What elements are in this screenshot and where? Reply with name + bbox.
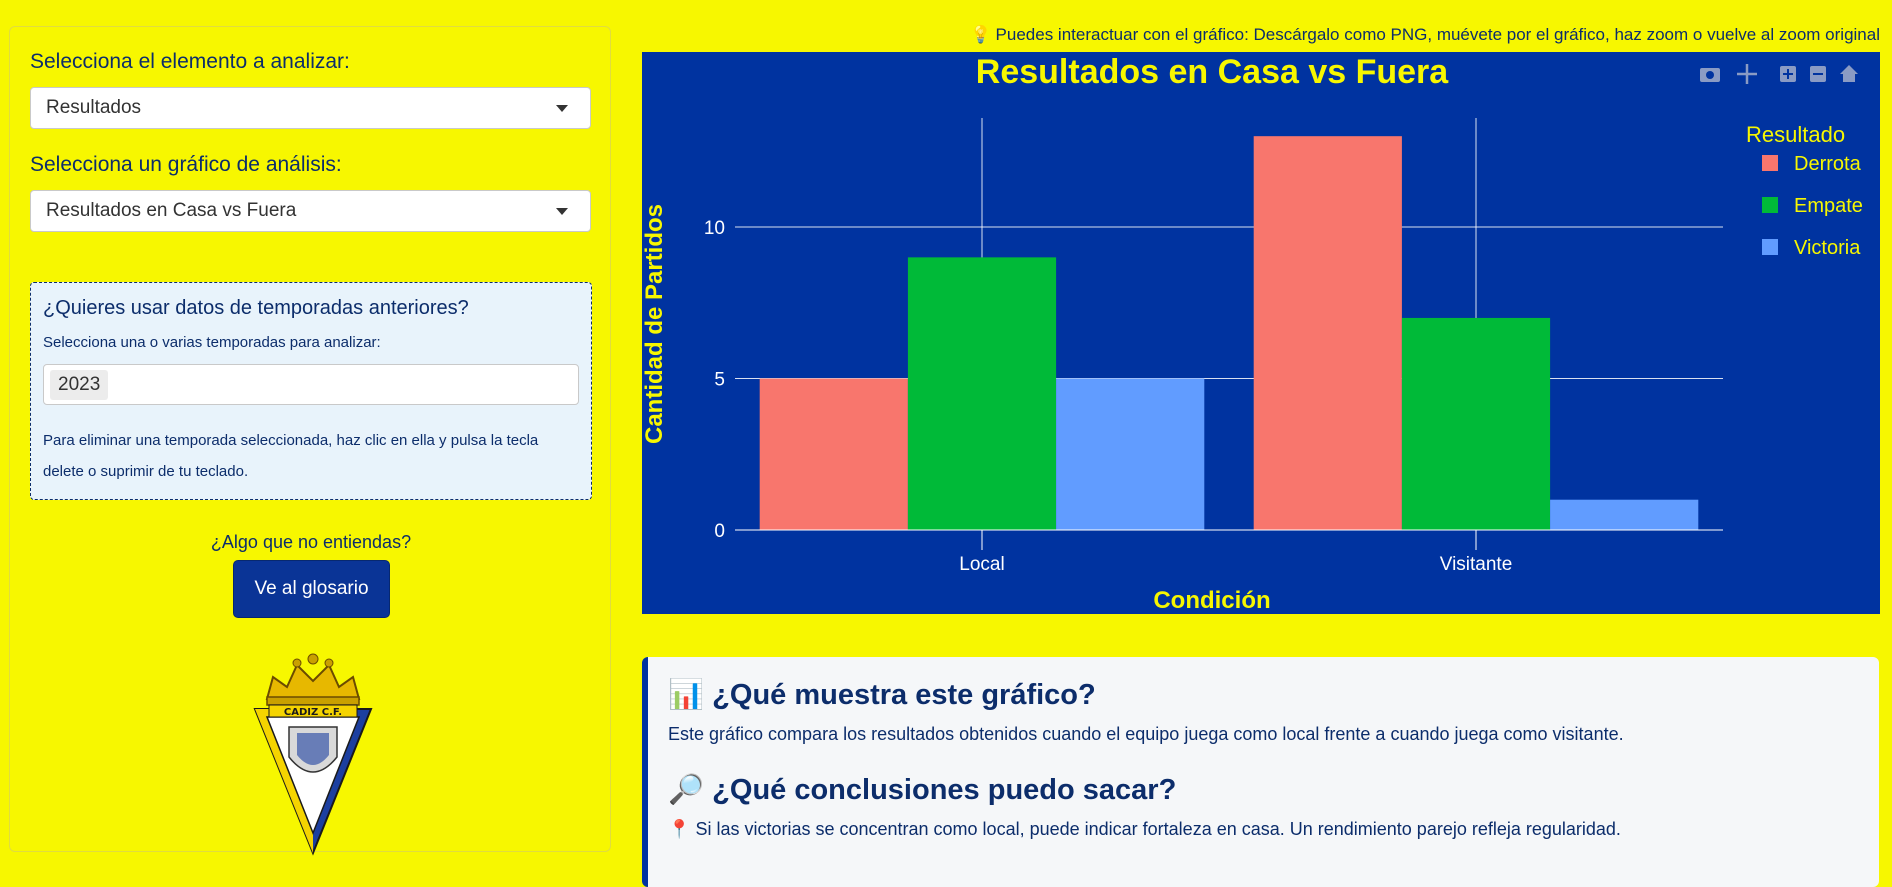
seasons-title: ¿Quieres usar datos de temporadas anteri… <box>43 297 469 319</box>
legend-swatch-derrota[interactable] <box>1762 155 1778 171</box>
bar-empate-visitante[interactable] <box>1401 317 1551 530</box>
bar-chart-icon: 📊 <box>668 677 705 711</box>
y-tick-label: 10 <box>704 218 725 239</box>
x-axis-title: Condición <box>1153 587 1270 614</box>
bar-victoria-visitante[interactable] <box>1550 499 1699 530</box>
legend-title: Resultado <box>1746 122 1845 147</box>
interaction-hint: 💡 Puedes interactuar con el gráfico: Desc… <box>970 25 1880 45</box>
info-heading-conclusions-text: ¿Qué conclusiones puedo sacar? <box>712 774 1177 806</box>
legend-item-empate[interactable]: Empate <box>1794 195 1863 217</box>
legend-item-victoria[interactable]: Victoria <box>1794 237 1861 259</box>
element-select-value: Resultados <box>46 97 142 118</box>
camera-icon <box>1706 71 1714 79</box>
legend-swatch-empate[interactable] <box>1762 197 1778 213</box>
info-card: 📊 ¿Qué muestra este gráfico? Este gráfic… <box>642 657 1879 887</box>
chevron-down-icon <box>556 105 568 112</box>
results-chart-svg[interactable]: Local Visitante 0 5 10 Resultados en Casa vs … <box>642 52 1880 614</box>
legend-item-derrota[interactable]: Derrota <box>1794 153 1862 175</box>
legend-swatch-victoria[interactable] <box>1762 239 1778 255</box>
seasons-panel: ¿Quieres usar datos de temporadas anteri… <box>30 282 592 500</box>
lightbulb-icon: 💡 <box>970 25 992 45</box>
pan-icon[interactable] <box>1737 64 1757 84</box>
y-axis-title: Cantidad de Partidos <box>642 204 668 444</box>
interaction-hint-text: Puedes interactuar con el gráfico: Descá… <box>995 25 1880 44</box>
x-tick-label: Visitante <box>1440 554 1513 575</box>
info-heading-what-text: ¿Qué muestra este gráfico? <box>712 679 1096 711</box>
chart-title: Resultados en Casa vs Fuera <box>976 53 1450 91</box>
chart-select-value: Resultados en Casa vs Fuera <box>46 200 297 221</box>
season-chip[interactable]: 2023 <box>50 370 109 400</box>
chevron-down-icon <box>556 208 568 215</box>
y-tick-label: 5 <box>714 370 725 391</box>
crest-text: CADIZ C.F. <box>284 707 342 718</box>
bar-empate-local[interactable] <box>907 257 1057 530</box>
chart-select[interactable]: Resultados en Casa vs Fuera <box>30 190 591 232</box>
club-crest-logo: CADIZ C.F. <box>253 653 373 856</box>
info-paragraph-conclusions: 📍 Si las victorias se concentran como lo… <box>668 819 1621 840</box>
info-paragraph-conclusions-text: Si las victorias se concentran como loca… <box>695 819 1621 839</box>
bar-victoria-local[interactable] <box>1056 378 1205 530</box>
pin-icon: 📍 <box>668 819 691 840</box>
seasons-subtitle: Selecciona una o varias temporadas para … <box>43 334 381 351</box>
seasons-multiselect[interactable]: 2023 <box>43 364 579 405</box>
chart-select-label: Selecciona un gráfico de análisis: <box>30 153 342 176</box>
glossary-button[interactable]: Ve al glosario <box>233 560 390 618</box>
home-icon[interactable] <box>1840 65 1858 82</box>
magnifier-icon: 🔎 <box>668 772 705 806</box>
bar-derrota-visitante[interactable] <box>1253 136 1402 531</box>
element-select-label: Selecciona el elemento a analizar: <box>30 50 350 73</box>
seasons-help-text: Para eliminar una temporada seleccionada… <box>43 432 539 480</box>
element-select[interactable]: Resultados <box>30 87 591 129</box>
results-chart[interactable]: Local Visitante 0 5 10 Resultados en Casa vs … <box>642 52 1880 614</box>
info-paragraph-what: Este gráfico compara los resultados obte… <box>668 724 1624 744</box>
x-tick-label: Local <box>959 554 1004 575</box>
info-heading-conclusions: 🔎 ¿Qué conclusiones puedo sacar? <box>668 772 1176 807</box>
glossary-question: ¿Algo que no entiendas? <box>210 532 412 552</box>
bar-derrota-local[interactable] <box>759 378 908 530</box>
y-tick-label: 0 <box>714 521 725 542</box>
sidebar-panel: Selecciona el elemento a analizar: Resul… <box>9 26 611 856</box>
info-heading-what: 📊 ¿Qué muestra este gráfico? <box>668 677 1096 712</box>
